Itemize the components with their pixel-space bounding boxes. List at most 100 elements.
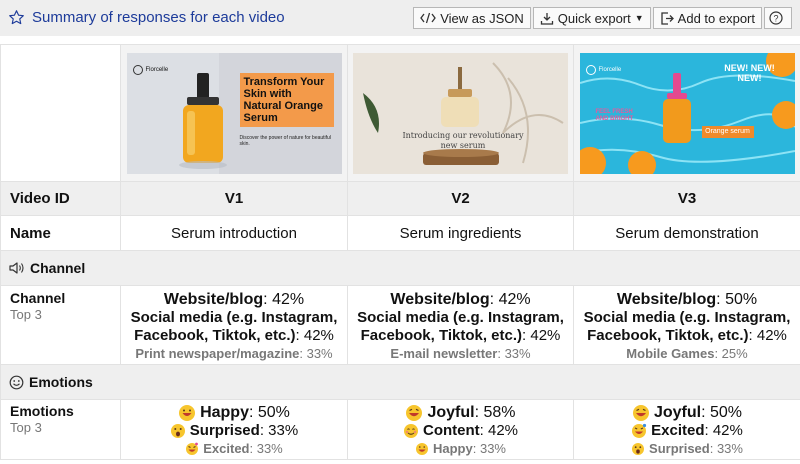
toolbar-buttons: View as JSON Quick export ▼ Add to expor… (411, 7, 792, 29)
thumbnail-cell-v2: Introducing our revolutionary new serum (347, 44, 574, 182)
excited-face-icon (186, 442, 199, 455)
happy-face-icon (179, 404, 196, 421)
thumbnail-fresh-v3: FEEL FRESH AND BRIGHT (595, 108, 634, 122)
thumbnail-intro-v2: Introducing our revolutionary new serum (402, 130, 524, 150)
name-row: Name Serum introduction Serum ingredient… (0, 215, 800, 251)
channel-row-label: Channel (10, 290, 66, 306)
video-thumbnail-v1[interactable]: Florcelle Transform Your Skin with Natur… (126, 52, 342, 174)
emotion-3-label: Excited (203, 441, 250, 456)
thumbnail-new-v3: NEW! NEW! NEW! (724, 62, 775, 83)
video-name-v3: Serum demonstration (573, 215, 800, 251)
video-thumbnail-v3[interactable]: Florcelle NEW! NEW! NEW! FEEL FRESH AND … (579, 52, 795, 174)
channel-1-label: Website/blog (163, 291, 264, 308)
channel-1-label: Website/blog (616, 291, 717, 308)
channel-3-pct: : 25% (714, 346, 748, 361)
emotions-row-sublabel: Top 3 (10, 420, 42, 435)
content-face-icon (403, 424, 418, 438)
title-wrap: Summary of responses for each video (8, 9, 285, 26)
emotions-cell-v2: Joyful: 58% Content: 42% Happy: 33% (347, 399, 574, 460)
video-id-label: Video ID (0, 181, 121, 216)
channel-section-title: Channel (30, 260, 86, 276)
emotions-cell-v1: Happy: 50% Surprised: 33% Excited: 33% (120, 399, 348, 460)
page-title: Summary of responses for each video (32, 9, 285, 26)
download-icon (540, 12, 553, 25)
video-name-v1: Serum introduction (120, 215, 348, 251)
emotions-section-title: Emotions (29, 374, 93, 390)
emotions-section-row: Emotions (0, 364, 800, 400)
emotion-1-label: Joyful (427, 404, 475, 421)
channel-cell-v3: Website/blog: 50% Social media (e.g. Ins… (573, 285, 800, 365)
emotion-2-label: Surprised (189, 422, 260, 439)
view-json-button[interactable]: View as JSON (413, 7, 531, 29)
channel-row-sublabel: Top 3 (10, 307, 42, 322)
add-to-export-button[interactable]: Add to export (652, 7, 762, 29)
emotion-3-pct: : 33% (709, 441, 743, 456)
emotion-3-label: Surprised (649, 441, 710, 456)
caret-down-icon: ▼ (634, 13, 644, 23)
channel-1-label: Website/blog (390, 291, 490, 308)
emotions-row-label: Emotions (10, 403, 74, 419)
emotion-1-pct: : 50% (248, 404, 290, 421)
summary-table: Florcelle Transform Your Skin with Natur… (0, 44, 800, 460)
thumbnail-cell-v3: Florcelle NEW! NEW! NEW! FEEL FRESH AND … (573, 44, 800, 182)
star-icon[interactable] (8, 9, 25, 26)
channel-1-pct: : 42% (263, 291, 305, 308)
help-button[interactable]: ? (764, 7, 792, 29)
quick-export-button[interactable]: Quick export ▼ (532, 7, 651, 29)
video-id-row: Video ID V1 V2 V3 (0, 181, 800, 216)
emotion-1-pct: : 58% (474, 404, 516, 421)
emotion-2-pct: : 42% (479, 422, 518, 439)
emotions-row-header: Emotions Top 3 (0, 399, 121, 460)
video-id-v1: V1 (120, 181, 348, 216)
emotion-3-label: Happy (433, 441, 473, 456)
toolbar: Summary of responses for each video View… (0, 0, 800, 36)
happy-face-icon (416, 442, 428, 455)
channel-3-pct: : 33% (497, 346, 531, 361)
brand-logo-v3: Florcelle (585, 64, 622, 75)
thumbnail-row: Florcelle Transform Your Skin with Natur… (0, 44, 800, 182)
excited-face-icon (632, 423, 647, 438)
emotion-3-pct: : 33% (472, 441, 506, 456)
emotion-2-label: Excited (651, 422, 705, 439)
joyful-face-icon (632, 404, 649, 421)
video-name-v2: Serum ingredients (347, 215, 574, 251)
emotion-1-label: Happy (200, 404, 249, 421)
surprised-face-icon (632, 442, 645, 455)
emotion-2-pct: : 42% (704, 422, 743, 439)
thumbnail-tag-v3: Orange serum (701, 125, 754, 138)
channel-section-row: Channel (0, 250, 800, 286)
smiley-icon (9, 375, 24, 389)
speaker-icon (9, 262, 24, 274)
brand-name: Florcelle (598, 66, 622, 73)
video-id-v2: V2 (347, 181, 574, 216)
channel-2-pct: : 42% (295, 327, 334, 344)
brand-name: Florcelle (145, 66, 169, 73)
emotions-row: Emotions Top 3 Happy: 50% Surprised: 33%… (0, 399, 800, 460)
code-icon (420, 12, 436, 24)
channel-section-header: Channel (0, 250, 800, 286)
channel-3-label: Print newspaper/magazine (135, 346, 300, 361)
channel-cell-v2: Website/blog: 42% Social media (e.g. Ins… (347, 285, 574, 365)
name-label: Name (0, 215, 121, 251)
serum-pedestal-illustration (353, 52, 568, 174)
emotions-section-header: Emotions (0, 364, 800, 400)
channel-3-pct: : 33% (299, 346, 333, 361)
logo-mark-icon (132, 64, 143, 75)
thumbnail-subline-v1: Discover the power of nature for beautif… (239, 134, 331, 147)
channel-3-label: Mobile Games (626, 346, 715, 361)
channel-2-pct: : 42% (748, 327, 787, 344)
thumbnail-headline-v1: Transform Your Skin with Natural Orange … (239, 72, 334, 127)
emotion-2-label: Content (422, 422, 480, 439)
empty-corner-cell (0, 44, 121, 182)
video-thumbnail-v2[interactable]: Introducing our revolutionary new serum (353, 52, 568, 174)
quick-export-label: Quick export (557, 10, 631, 26)
channel-row-header: Channel Top 3 (0, 285, 121, 365)
emotion-1-pct: : 50% (701, 404, 743, 421)
surprised-face-icon (170, 424, 185, 438)
channel-row: Channel Top 3 Website/blog: 42% Social m… (0, 285, 800, 365)
help-icon: ? (769, 11, 783, 25)
add-export-icon (661, 11, 674, 25)
joyful-face-icon (406, 404, 423, 421)
channel-2-pct: : 42% (522, 327, 561, 344)
brand-logo-v1: Florcelle (132, 64, 169, 75)
